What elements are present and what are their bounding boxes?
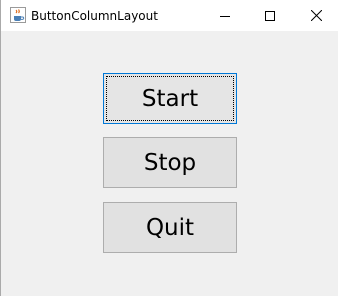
start-button[interactable]: Start	[103, 73, 237, 124]
maximize-button[interactable]	[247, 0, 293, 31]
window-title: ButtonColumnLayout	[31, 9, 158, 23]
quit-button-label: Quit	[145, 214, 195, 241]
start-button-label: Start	[141, 85, 199, 112]
app-window: ButtonColumnLayout Start Stop Quit	[0, 0, 339, 296]
title-bar[interactable]: ButtonColumnLayout	[1, 0, 339, 31]
stop-button-label: Stop	[143, 149, 197, 176]
close-button[interactable]	[293, 0, 339, 31]
java-coffee-cup-icon	[10, 7, 26, 23]
quit-button[interactable]: Quit	[103, 202, 237, 253]
minimize-button[interactable]	[202, 0, 248, 31]
stop-button[interactable]: Stop	[103, 137, 237, 188]
close-icon	[310, 6, 322, 25]
minimize-icon	[220, 6, 230, 25]
content-panel: Start Stop Quit	[1, 31, 338, 296]
maximize-icon	[265, 6, 275, 25]
